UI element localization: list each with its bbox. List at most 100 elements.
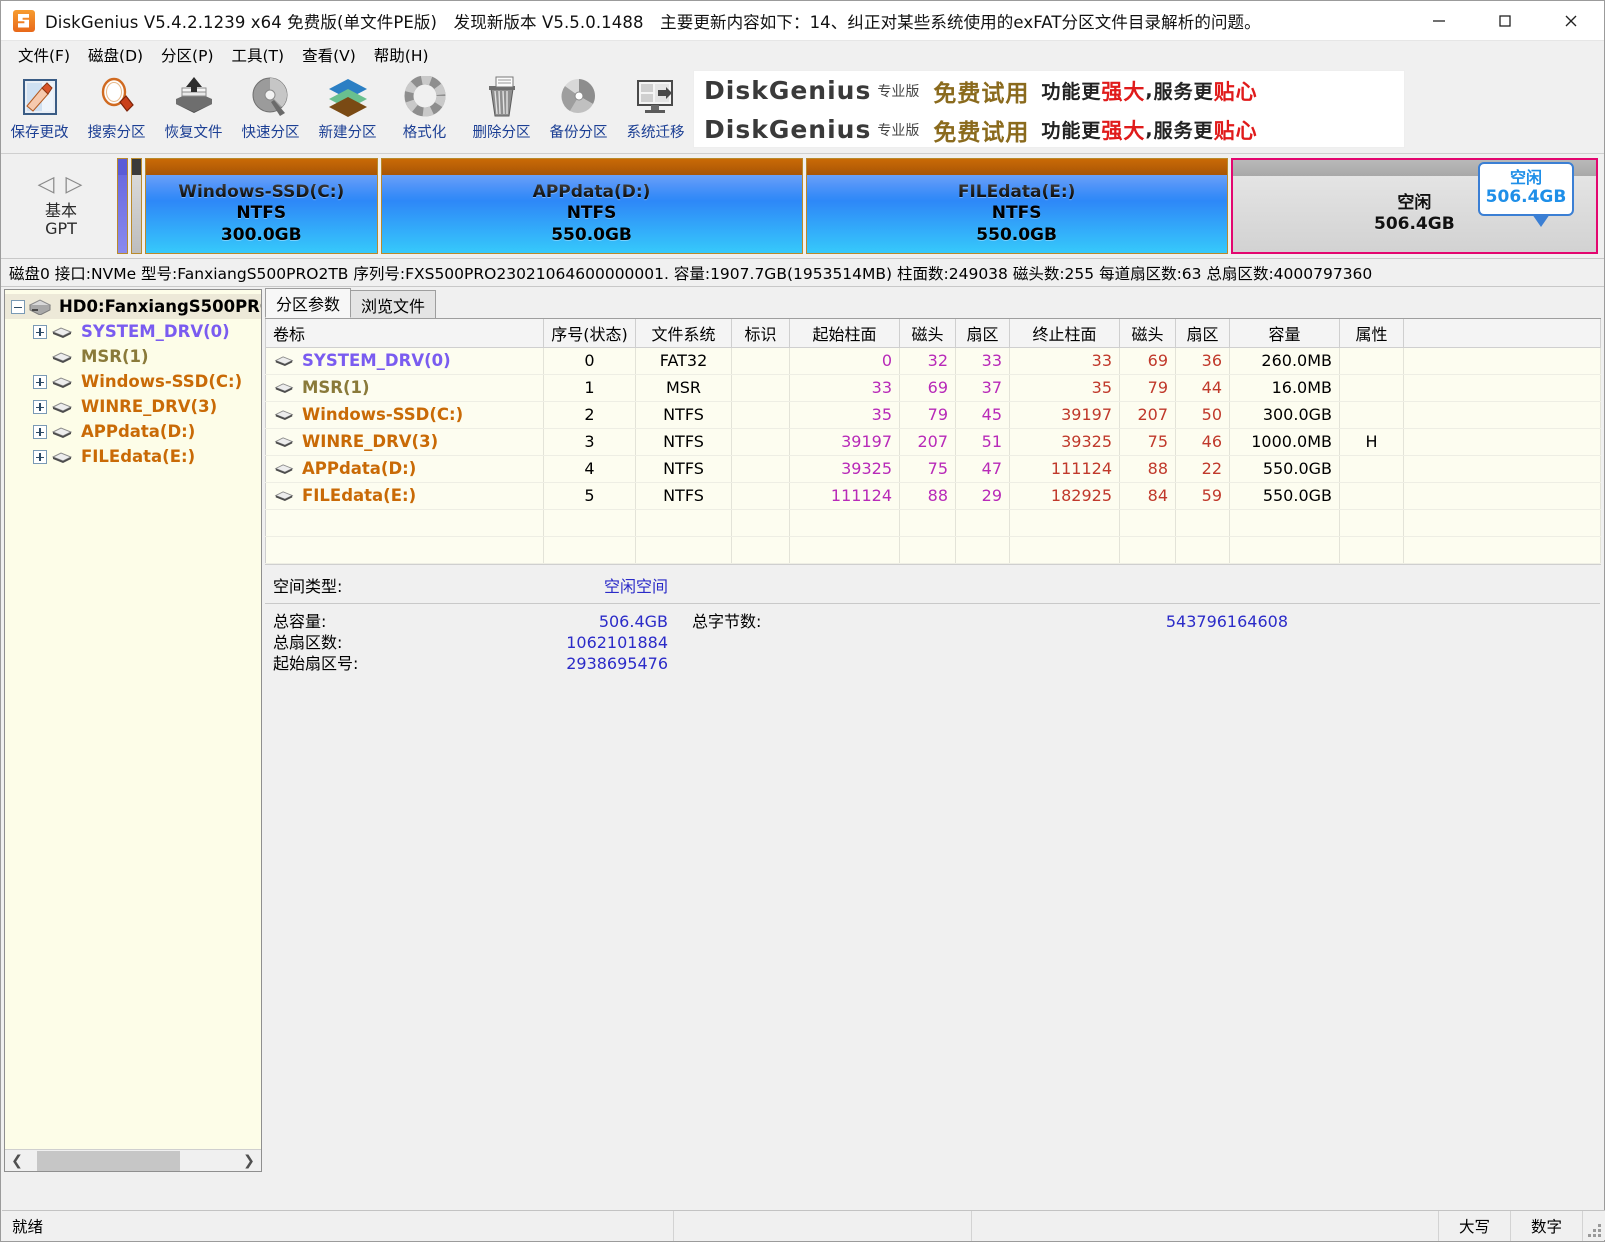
partition-block-windows-ssd[interactable]: Windows-SSD(C:) NTFS 300.0GB xyxy=(145,158,378,254)
partition-icon xyxy=(273,461,295,476)
partition-block-appdata[interactable]: APPdata(D:) NTFS 550.0GB xyxy=(380,158,803,254)
scroll-left-icon[interactable]: ❮ xyxy=(5,1151,29,1171)
partition-block-filedata[interactable]: FILEdata(E:) NTFS 550.0GB xyxy=(805,158,1228,254)
partition-block-system[interactable] xyxy=(117,158,128,254)
tab-browse-files[interactable]: 浏览文件 xyxy=(350,290,437,318)
tree-horizontal-scrollbar[interactable]: ❮ ❯ xyxy=(5,1149,261,1171)
scroll-thumb[interactable] xyxy=(37,1150,180,1171)
cell-start-cylinder: 111124 xyxy=(789,482,900,510)
col-end-head[interactable]: 磁头 xyxy=(1119,319,1176,348)
partition-size: 300.0GB xyxy=(220,224,302,245)
toolbar-delete-partition[interactable]: 删除分区 xyxy=(463,70,540,152)
table-row[interactable]: SYSTEM_DRV(0) 0 FAT32 0 32 33 33 69 36 2… xyxy=(265,347,1601,375)
collapse-toggle-icon[interactable] xyxy=(11,299,25,314)
free-size: 506.4GB xyxy=(1373,214,1455,234)
cell-start-head: 32 xyxy=(899,347,956,375)
expand-toggle-icon[interactable] xyxy=(33,399,47,414)
cell-index: 5 xyxy=(543,482,636,510)
cell-filesystem: FAT32 xyxy=(635,347,732,375)
expand-toggle-icon[interactable] xyxy=(33,449,47,464)
col-flag[interactable]: 标识 xyxy=(731,319,790,348)
partition-icon xyxy=(50,449,74,465)
cell-end-head: 84 xyxy=(1119,482,1176,510)
tree-node-filedata[interactable]: FILEdata(E:) xyxy=(5,444,261,469)
toolbar-system-migration[interactable]: 系统迁移 xyxy=(617,70,694,152)
close-button[interactable] xyxy=(1538,1,1604,41)
partition-body: Windows-SSD(C:) NTFS 300.0GB xyxy=(146,175,377,253)
menu-view[interactable]: 查看(V) xyxy=(293,41,365,69)
expand-toggle-icon[interactable] xyxy=(33,324,47,339)
cell-end-cylinder: 33 xyxy=(1009,347,1120,375)
col-start-cylinder[interactable]: 起始柱面 xyxy=(789,319,900,348)
menu-disk[interactable]: 磁盘(D) xyxy=(79,41,152,69)
cell-flag xyxy=(731,455,790,483)
menu-file[interactable]: 文件(F) xyxy=(9,41,79,69)
toolbar-format[interactable]: 格式化 xyxy=(386,70,463,152)
tooltip-line1: 空闲 xyxy=(1509,168,1542,187)
promo-banner[interactable]: DiskGenius 专业版 免费试用 功能更 强大 , 服务更 贴心 Disk… xyxy=(693,70,1405,148)
tree-node-msr[interactable]: MSR(1) xyxy=(5,344,261,369)
table-row[interactable]: APPdata(D:) 4 NTFS 39325 75 47 111124 88… xyxy=(265,455,1601,483)
partition-block-free[interactable]: 空闲 506.4GB 空闲 506.4GB xyxy=(1230,158,1598,254)
table-header-row: 卷标 序号(状态) 文件系统 标识 起始柱面 磁头 扇区 终止柱面 磁头 扇区 … xyxy=(265,319,1601,348)
table-empty-row xyxy=(265,509,1601,537)
volume-label: Windows-SSD(C:) xyxy=(302,405,464,424)
partition-cap xyxy=(381,159,802,175)
col-end-cylinder[interactable]: 终止柱面 xyxy=(1009,319,1120,348)
cell-start-head: 88 xyxy=(899,482,956,510)
cell-end-cylinder: 35 xyxy=(1009,374,1120,402)
toolbar-quick-partition[interactable]: 快速分区 xyxy=(232,70,309,152)
nav-arrows-icon[interactable]: ◁ ▷ xyxy=(38,173,85,196)
expand-toggle-icon[interactable] xyxy=(33,374,47,389)
tree-node-label: WINRE_DRV(3) xyxy=(81,397,218,416)
monitor-migrate-icon xyxy=(632,74,680,120)
col-attribute[interactable]: 属性 xyxy=(1339,319,1404,348)
pie-icon xyxy=(555,74,603,120)
scroll-track[interactable] xyxy=(29,1150,237,1171)
col-index[interactable]: 序号(状态) xyxy=(543,319,636,348)
status-num-lock: 数字 xyxy=(1511,1210,1583,1241)
resize-grip-icon[interactable] xyxy=(1583,1211,1605,1241)
partition-bar: Windows-SSD(C:) NTFS 300.0GB APPdata(D:)… xyxy=(117,158,1598,254)
partition-block-msr[interactable] xyxy=(131,158,142,254)
status-slot-2 xyxy=(674,1210,972,1241)
tree-node-system-drv[interactable]: SYSTEM_DRV(0) xyxy=(5,319,261,344)
table-row[interactable]: FILEdata(E:) 5 NTFS 111124 88 29 182925 … xyxy=(265,482,1601,510)
tree-node-appdata[interactable]: APPdata(D:) xyxy=(5,419,261,444)
col-volume[interactable]: 卷标 xyxy=(265,319,544,348)
col-capacity[interactable]: 容量 xyxy=(1229,319,1340,348)
tree-node-windows-ssd[interactable]: Windows-SSD(C:) xyxy=(5,369,261,394)
table-row[interactable]: WINRE_DRV(3) 3 NTFS 39197 207 51 39325 7… xyxy=(265,428,1601,456)
toolbar-save-changes[interactable]: 保存更改 xyxy=(1,70,78,152)
toolbar-backup-partition[interactable]: 备份分区 xyxy=(540,70,617,152)
volume-label: APPdata(D:) xyxy=(302,459,417,478)
col-start-sector[interactable]: 扇区 xyxy=(955,319,1010,348)
toolbar-label: 格式化 xyxy=(402,125,447,141)
minimize-button[interactable] xyxy=(1406,1,1472,41)
menu-partition[interactable]: 分区(P) xyxy=(152,41,222,69)
expand-toggle-icon[interactable] xyxy=(33,424,47,439)
toolbar-label: 备份分区 xyxy=(549,125,608,141)
col-end-sector[interactable]: 扇区 xyxy=(1175,319,1230,348)
cell-end-cylinder: 111124 xyxy=(1009,455,1120,483)
toolbar-recover-files[interactable]: 恢复文件 xyxy=(155,70,232,152)
tree-node-hd0[interactable]: HD0:FanxiangS500PRO xyxy=(5,294,261,319)
menu-help[interactable]: 帮助(H) xyxy=(365,41,438,69)
table-row[interactable]: Windows-SSD(C:) 2 NTFS 35 79 45 39197 20… xyxy=(265,401,1601,429)
cell-flag xyxy=(731,482,790,510)
maximize-button[interactable] xyxy=(1472,1,1538,41)
cell-filesystem: NTFS xyxy=(635,401,732,429)
status-ready: 就绪 xyxy=(2,1210,674,1241)
col-filesystem[interactable]: 文件系统 xyxy=(635,319,732,348)
toolbar-new-partition[interactable]: 新建分区 xyxy=(309,70,386,152)
table-row[interactable]: MSR(1) 1 MSR 33 69 37 35 79 44 16.0MB xyxy=(265,374,1601,402)
space-type-row: 空间类型: 空闲空间 xyxy=(265,573,1600,604)
menu-tools[interactable]: 工具(T) xyxy=(223,41,294,69)
tree-node-winre-drv[interactable]: WINRE_DRV(3) xyxy=(5,394,261,419)
banner-strong: 强大 xyxy=(1101,79,1146,104)
toolbar-search-partition[interactable]: 搜索分区 xyxy=(78,70,155,152)
scroll-right-icon[interactable]: ❯ xyxy=(237,1151,261,1171)
col-start-head[interactable]: 磁头 xyxy=(899,319,956,348)
main-content: HD0:FanxiangS500PRO SYSTEM_DRV(0) MSR(1) xyxy=(1,287,1604,1172)
tab-partition-params[interactable]: 分区参数 xyxy=(265,288,352,318)
